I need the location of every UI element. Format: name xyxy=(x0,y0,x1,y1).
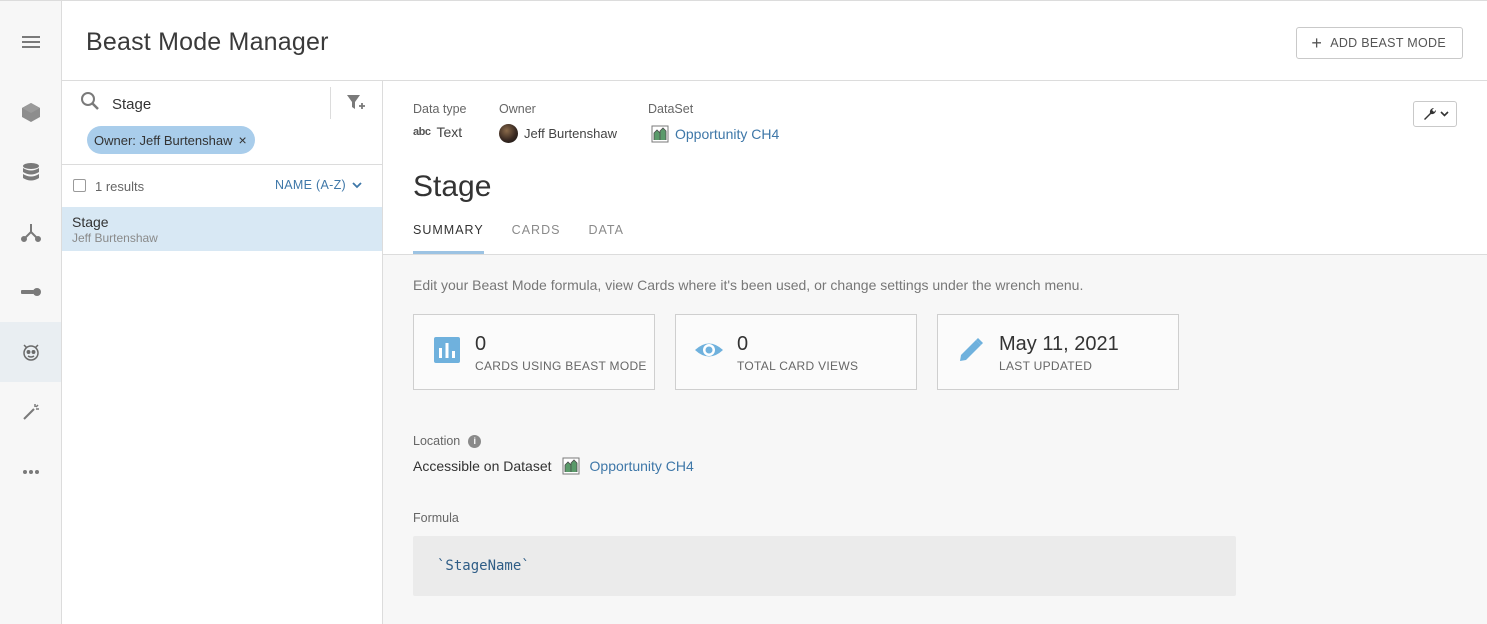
results-count: 1 results xyxy=(95,179,145,194)
plus-icon: + xyxy=(1311,33,1323,53)
data-type-value: abc Text xyxy=(413,124,462,140)
list-item[interactable]: Stage Jeff Burtenshaw xyxy=(62,207,382,251)
data-type-text: Text xyxy=(436,124,463,140)
formula-text: `StageName` xyxy=(437,558,530,574)
stat-label: CARDS USING BEAST MODE xyxy=(475,359,647,373)
data-type-label: Data type xyxy=(413,102,467,116)
search-area: Owner: Jeff Burtenshaw × xyxy=(62,81,382,165)
page-header: Beast Mode Manager + ADD BEAST MODE xyxy=(62,0,1487,81)
eye-icon xyxy=(695,343,723,357)
pencil-icon xyxy=(960,338,983,361)
wrench-menu-button[interactable] xyxy=(1413,101,1457,127)
add-beast-mode-button[interactable]: + ADD BEAST MODE xyxy=(1296,27,1463,59)
dataset-link[interactable]: Opportunity CH4 xyxy=(675,126,779,142)
owner-filter-chip[interactable]: Owner: Jeff Burtenshaw × xyxy=(87,126,255,154)
app-rail xyxy=(0,0,62,624)
database-icon[interactable] xyxy=(0,142,61,202)
fork-icon[interactable] xyxy=(0,202,61,262)
search-input[interactable] xyxy=(110,93,320,115)
key-icon[interactable] xyxy=(0,262,61,322)
owner-value: Jeff Burtenshaw xyxy=(499,124,617,143)
beast-mode-icon[interactable] xyxy=(0,322,61,382)
beast-mode-title: Stage xyxy=(413,170,492,203)
dataset-icon xyxy=(562,457,580,475)
magic-wand-icon[interactable] xyxy=(0,382,61,442)
dataset-icon xyxy=(651,125,669,143)
chevron-down-icon xyxy=(1439,111,1449,117)
tab-data[interactable]: DATA xyxy=(588,223,623,254)
formula-label: Formula xyxy=(413,511,459,525)
owner-label: Owner xyxy=(499,102,536,116)
list-item-owner: Jeff Burtenshaw xyxy=(72,231,158,245)
chevron-down-icon xyxy=(352,181,362,188)
wrench-icon xyxy=(1423,107,1436,120)
tab-summary[interactable]: SUMMARY xyxy=(413,223,484,254)
detail-tabs: SUMMARY CARDS DATA xyxy=(413,223,624,254)
summary-panel: Edit your Beast Mode formula, view Cards… xyxy=(383,255,1487,624)
tab-cards[interactable]: CARDS xyxy=(512,223,561,254)
avatar xyxy=(499,124,518,143)
location-value: Accessible on Dataset Opportunity CH4 xyxy=(413,457,694,475)
cube-icon[interactable] xyxy=(0,82,61,142)
search-icon xyxy=(81,92,99,110)
select-all-checkbox[interactable] xyxy=(73,179,86,192)
dataset-label: DataSet xyxy=(648,102,694,116)
text-type-icon: abc xyxy=(413,126,431,138)
location-label-text: Location xyxy=(413,434,461,448)
results-toolbar: 1 results NAME (A-Z) xyxy=(62,166,382,206)
stat-value: May 11, 2021 xyxy=(999,333,1119,355)
sort-dropdown[interactable]: NAME (A-Z) xyxy=(275,178,362,192)
owner-name: Jeff Burtenshaw xyxy=(524,126,617,141)
sort-label: NAME (A-Z) xyxy=(274,178,346,192)
bar-chart-icon xyxy=(434,337,460,363)
chip-label: Owner: Jeff Burtenshaw xyxy=(94,132,233,148)
divider xyxy=(330,87,331,119)
list-item-name: Stage xyxy=(72,214,109,230)
stat-label: TOTAL CARD VIEWS xyxy=(737,359,859,373)
more-icon[interactable] xyxy=(0,442,61,502)
summary-hint: Edit your Beast Mode formula, view Cards… xyxy=(413,277,1084,293)
page-title: Beast Mode Manager xyxy=(86,28,329,56)
dataset-value: Opportunity CH4 xyxy=(651,125,779,143)
stat-value: 0 xyxy=(475,333,487,355)
stat-card-total-views: 0 TOTAL CARD VIEWS xyxy=(675,314,917,390)
stat-label: LAST UPDATED xyxy=(999,359,1093,373)
chip-remove-icon[interactable]: × xyxy=(239,132,247,148)
stat-card-last-updated: May 11, 2021 LAST UPDATED xyxy=(937,314,1179,390)
menu-icon[interactable] xyxy=(0,12,61,72)
stat-card-cards-using: 0 CARDS USING BEAST MODE xyxy=(413,314,655,390)
stat-value: 0 xyxy=(737,333,749,355)
beast-mode-list-panel: Owner: Jeff Burtenshaw × 1 results NAME … xyxy=(62,81,383,624)
location-dataset-link[interactable]: Opportunity CH4 xyxy=(590,458,694,474)
filter-add-icon[interactable] xyxy=(346,93,366,111)
info-icon[interactable]: i xyxy=(468,434,482,448)
location-label: Location i xyxy=(413,434,482,448)
location-prefix: Accessible on Dataset xyxy=(413,458,552,474)
formula-editor[interactable]: `StageName` xyxy=(413,536,1236,596)
add-beast-mode-label: ADD BEAST MODE xyxy=(1330,36,1446,50)
beast-mode-detail: Data type abc Text Owner Jeff Burtenshaw… xyxy=(383,81,1487,624)
